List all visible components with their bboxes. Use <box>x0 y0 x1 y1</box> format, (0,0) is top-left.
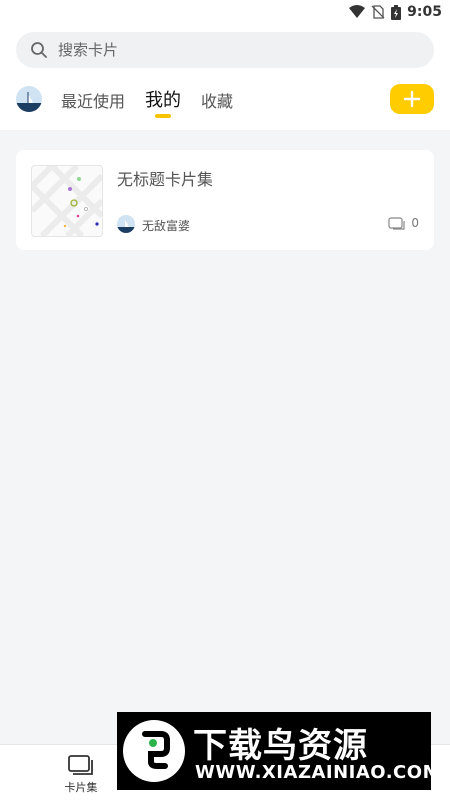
card-count-icon <box>388 216 405 230</box>
owner-name: 无敌富婆 <box>142 219 191 233</box>
nav-item-label: 卡片集 <box>64 781 98 794</box>
tab-bar: 最近使用 我的 收藏 <box>0 82 450 122</box>
avatar[interactable] <box>16 86 42 112</box>
wifi-icon <box>349 5 366 18</box>
plus-icon <box>403 90 421 108</box>
search-icon <box>31 42 47 58</box>
watermark-title: 下载鸟资源 <box>193 726 368 766</box>
card-set-icon <box>68 755 93 775</box>
battery-icon <box>391 4 402 20</box>
status-icons: 9:05 <box>349 4 442 20</box>
header: 最近使用 我的 收藏 <box>0 26 450 130</box>
no-sim-icon <box>371 5 385 19</box>
card-set-title: 无标题卡片集 <box>117 170 214 189</box>
card-count-value: 0 <box>411 216 419 230</box>
status-time: 9:05 <box>407 4 442 20</box>
active-tab-indicator <box>155 114 171 118</box>
tab-favorites[interactable]: 收藏 <box>201 88 233 112</box>
tab-mine[interactable]: 我的 <box>145 86 181 112</box>
search-input[interactable] <box>56 40 420 60</box>
card-set-item[interactable]: 无标题卡片集 无敌富婆 0 <box>16 150 434 250</box>
tab-recent[interactable]: 最近使用 <box>61 88 125 112</box>
status-bar: 9:05 <box>0 0 450 26</box>
watermark-logo-icon <box>123 720 185 782</box>
card-count: 0 <box>388 216 419 230</box>
card-set-thumbnail <box>31 165 103 237</box>
watermark-url: WWW.XIAZAINIAO.COM <box>195 762 441 783</box>
watermark-banner: 下载鸟资源 WWW.XIAZAINIAO.COM <box>117 712 440 790</box>
search-bar[interactable] <box>16 32 434 68</box>
nav-item-card-set[interactable]: 卡片集 <box>51 753 111 795</box>
owner-avatar <box>117 215 135 233</box>
add-button[interactable] <box>390 84 434 114</box>
